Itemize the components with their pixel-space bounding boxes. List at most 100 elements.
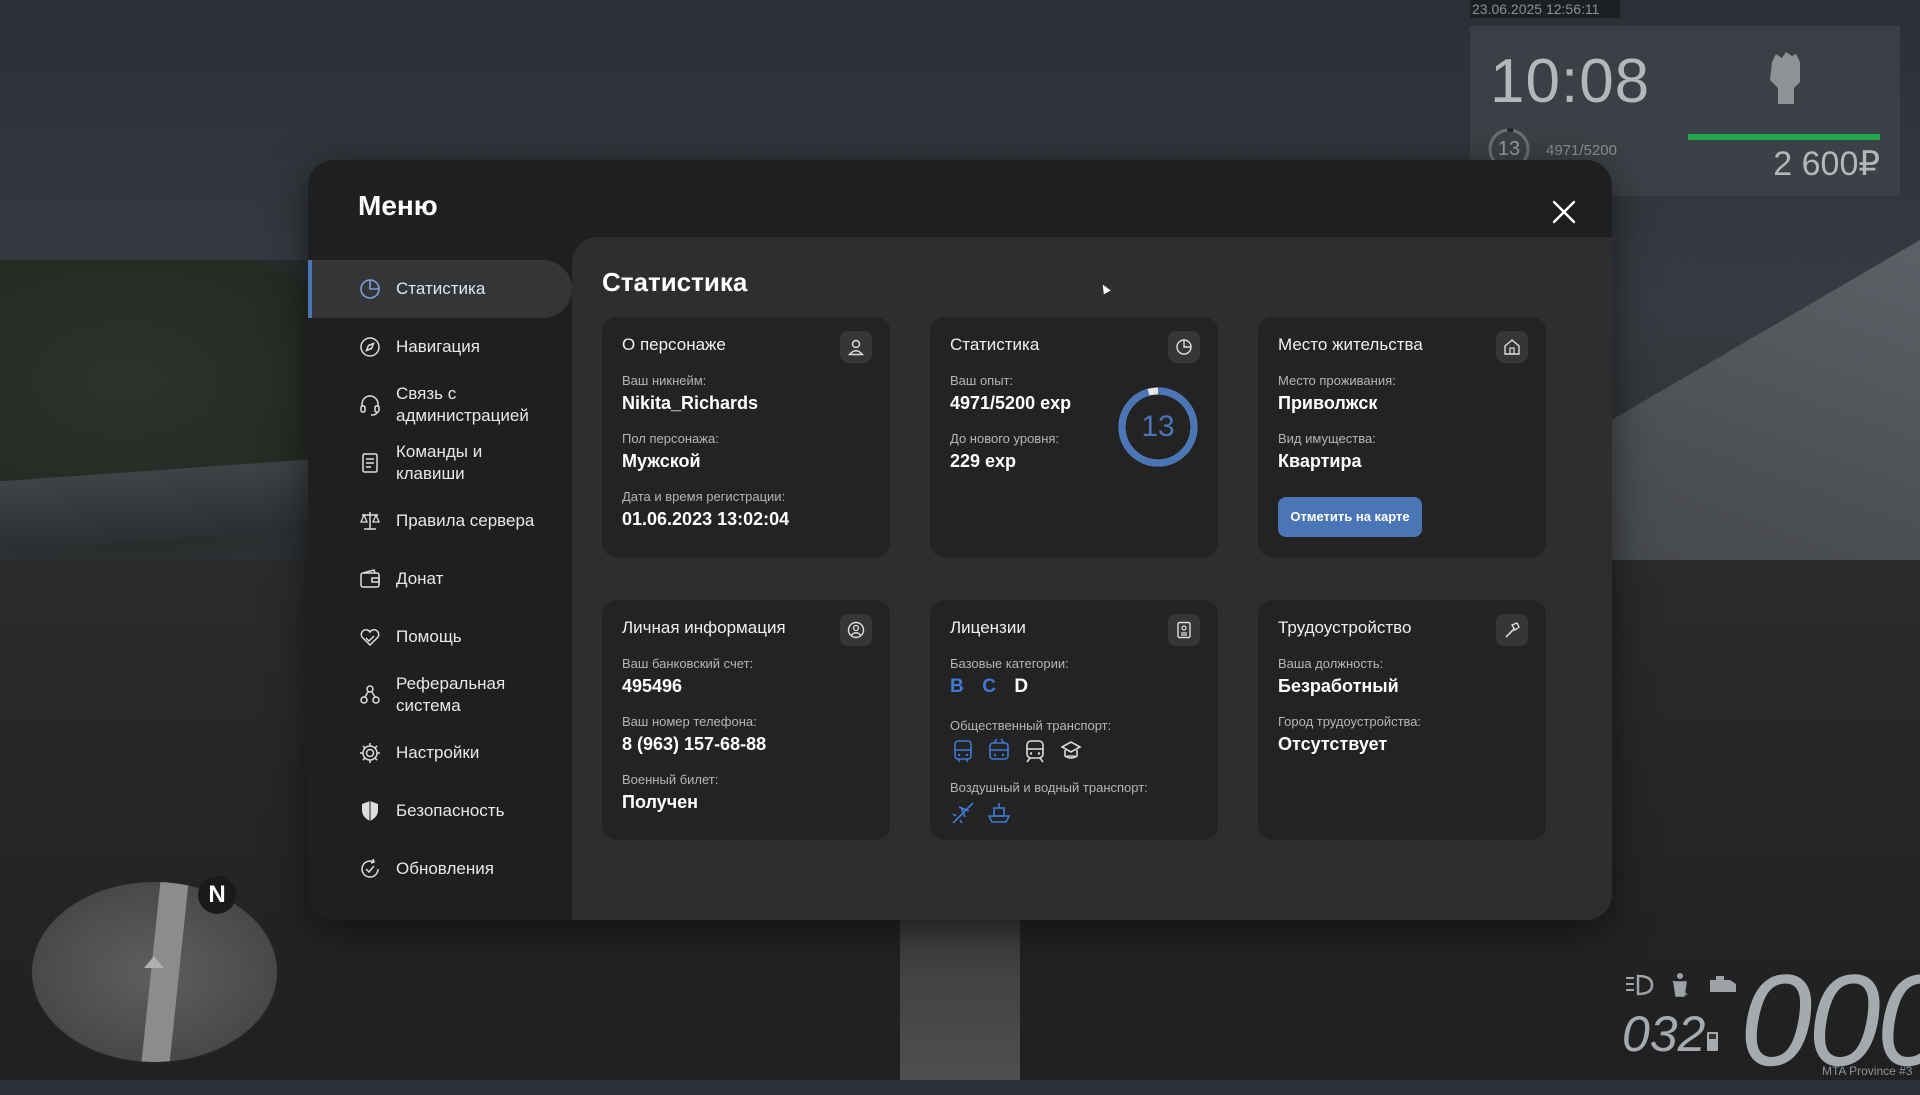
next-level-value: 229 exp [950,451,1017,471]
menu-modal: Меню Статистика Навигация Связь с админи… [308,160,1612,920]
people-network-icon [360,685,380,704]
refresh-check-icon [361,858,379,878]
background-road-center [900,920,1020,1080]
license-category-b: B [950,676,964,697]
id-card-icon [1168,614,1200,646]
public-transport-icons [950,738,1084,764]
card-title: Личная информация [622,618,786,637]
sidebar-item-commands[interactable]: Команды и клавиши [308,434,572,492]
base-categories-label: Базовые категории: [950,656,1069,671]
user-icon [840,331,872,363]
wallet-icon [360,569,380,588]
pie-chart-icon [1168,331,1200,363]
exp-value: 4971/5200 exp [950,393,1072,413]
bank-account-value: 495496 [622,676,683,696]
sidebar-item-label: Команды и клавиши [396,442,483,483]
air-water-transport-label: Воздушный и водный транспорт: [950,780,1148,795]
hud-exp: 4971/5200 [1546,142,1617,159]
sidebar-item-label: Правила сервера [396,511,535,530]
hammer-icon [1496,614,1528,646]
sidebar-item-security[interactable]: Безопасность [308,782,572,840]
hud-gear: 032 [1622,1006,1706,1062]
property-label: Вид имущества: [1278,431,1376,446]
close-icon[interactable] [1546,194,1582,230]
nickname-value: Nikita_Richards [622,393,759,413]
trolleybus-icon [989,738,1009,760]
menu-title: Меню [358,190,438,221]
user-circle-icon [840,614,872,646]
card-title: Место жительства [1278,335,1423,354]
pie-chart-icon [360,279,380,299]
gender-value: Мужской [622,451,701,471]
license-category-c: C [982,676,996,697]
sidebar-item-settings[interactable]: Настройки [308,724,572,782]
gender-label: Пол персонажа: [622,431,719,446]
military-id-label: Военный билет: [622,772,719,787]
card-character: О персонаже Ваш никнейм: Nikita_Richards… [602,317,890,557]
public-transport-label: Общественный транспорт: [950,718,1112,733]
level-number: 13 [1141,410,1175,443]
exp-label: Ваш опыт: [950,373,1014,388]
sidebar-item-referral[interactable]: Реферальная система [308,666,572,724]
sidebar-item-label: Реферальная система [396,674,506,715]
hud-clock: 10:08 [1490,47,1651,116]
train-icon [1026,740,1044,763]
heart-hands-icon [360,629,380,647]
next-level-label: До нового уровня: [950,431,1060,446]
license-category-d: D [1014,676,1029,697]
sidebar-item-label: Навигация [396,337,480,356]
bank-account-label: Ваш банковский счет: [622,656,754,671]
hud-datetime: 23.06.2025 12:56:11 [1470,0,1620,18]
sidebar-item-label: Обновления [396,859,494,878]
fist-icon [1770,52,1800,104]
sidebar-item-label: Донат [396,569,444,588]
residence-place-value: Приволжск [1278,393,1378,413]
seatbelt-icon [1672,973,1688,997]
fuel-icon [1707,1032,1718,1051]
card-title: Статистика [950,335,1040,354]
bus-icon [954,740,972,762]
sidebar-item-help[interactable]: Помощь [308,608,572,666]
boat-icon [987,803,1011,823]
sidebar-item-admin-contact[interactable]: Связь с администрацией [308,376,572,434]
phone-label: Ваш номер телефона: [622,714,757,729]
job-label: Ваша должность: [1278,656,1384,671]
sidebar-item-updates[interactable]: Обновления [308,840,572,898]
server-watermark: MTA Province #3 [1822,1064,1913,1078]
card-title: О персонаже [622,335,726,354]
sidebar-item-rules[interactable]: Правила сервера [308,492,572,550]
level-progress-ring: 13 [1116,385,1200,469]
menu-sidebar: Статистика Навигация Связь с администрац… [308,260,572,898]
minimap[interactable] [30,880,279,1064]
license-categories: B C D [950,676,1042,698]
minimap-north-icon: N [198,876,236,914]
sidebar-item-label: Статистика [396,279,486,298]
shield-icon [362,801,378,821]
content-panel: Статистика О персонаже Ваш никнейм: Niki… [572,237,1612,920]
hud-exp-bar [1688,134,1880,140]
engine-icon [1710,976,1737,992]
card-employment: Трудоустройство Ваша должность: Безработ… [1258,600,1546,840]
minimap-player-arrow-icon [144,956,164,968]
card-statistics: Статистика Ваш опыт: 4971/5200 exp До но… [930,317,1218,557]
card-title: Трудоустройство [1278,618,1412,637]
nickname-label: Ваш никнейм: [622,373,707,388]
mark-on-map-button[interactable]: Отметить на карте [1278,497,1422,537]
phone-value: 8 (963) 157-68-88 [622,734,767,754]
card-title: Лицензии [950,618,1026,637]
document-icon [362,453,378,473]
sidebar-item-navigation[interactable]: Навигация [308,318,572,376]
compass-icon [360,337,380,357]
minimap-road [137,882,191,1062]
airplane-icon [952,802,974,824]
house-icon [1496,331,1528,363]
military-id-value: Получен [622,792,699,812]
residence-place-label: Место проживания: [1278,373,1396,388]
card-licenses: Лицензии Базовые категории: B C D Общест… [930,600,1218,840]
gear-icon [360,743,380,763]
page-title: Статистика [602,267,748,297]
job-value: Безработный [1278,676,1399,696]
sidebar-item-label: Настройки [396,743,480,762]
sidebar-item-donate[interactable]: Донат [308,550,572,608]
sidebar-item-statistics[interactable]: Статистика [308,260,572,318]
